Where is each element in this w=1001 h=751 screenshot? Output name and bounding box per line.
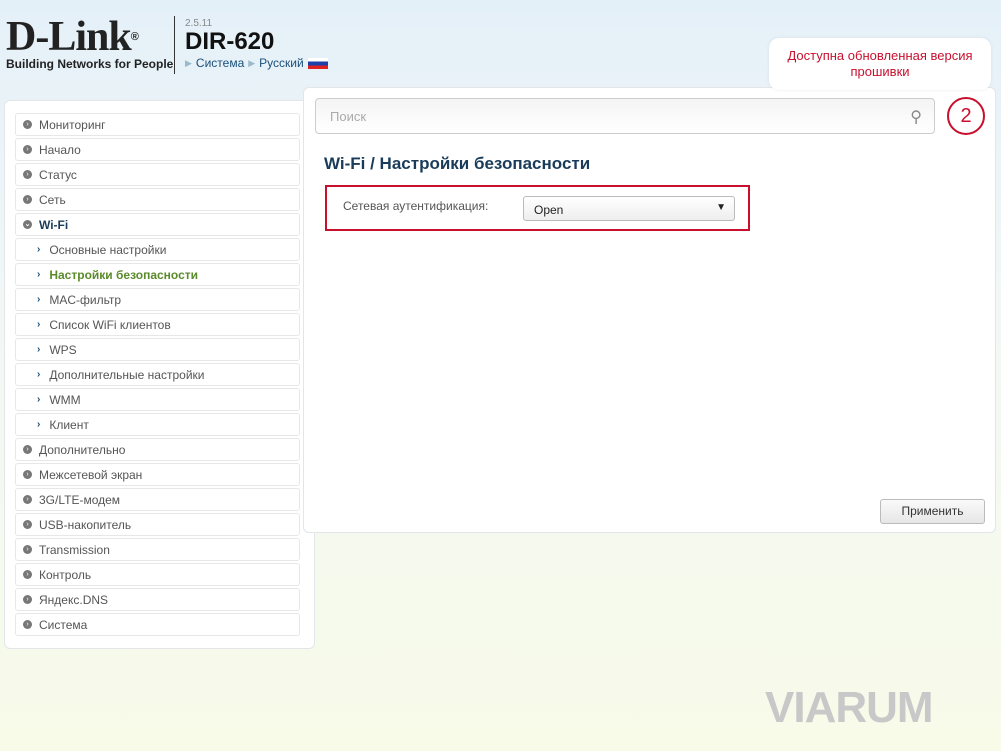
chevron-right-icon: › xyxy=(37,269,41,280)
sidebar-item-label: Начало xyxy=(39,142,81,157)
sidebar-item[interactable]: › Яндекс.DNS xyxy=(15,588,300,611)
tagline: Building Networks for People xyxy=(6,57,174,71)
chevron-down-icon: ▼ xyxy=(716,202,726,213)
chevron-right-icon: › xyxy=(37,319,41,330)
sidebar-item[interactable]: › MAC-фильтр xyxy=(15,288,300,311)
sidebar-item-label: Контроль xyxy=(39,567,92,582)
crumb-language[interactable]: Русский xyxy=(259,56,304,70)
highlight-frame: Сетевая аутентификация: Open ▼ xyxy=(325,185,750,231)
chevron-right-icon: › xyxy=(23,195,32,204)
chevron-right-icon: › xyxy=(37,419,41,430)
sidebar-item[interactable]: › Мониторинг xyxy=(15,113,300,136)
sidebar-item[interactable]: › Статус xyxy=(15,163,300,186)
sidebar-item-label: Статус xyxy=(39,167,77,182)
sidebar-item[interactable]: › Клиент xyxy=(15,413,300,436)
model-name: DIR-620 xyxy=(185,28,275,55)
chevron-right-icon: › xyxy=(23,445,32,454)
firmware-notification[interactable]: Доступна обновленная версия прошивки xyxy=(769,38,991,90)
chevron-right-icon: › xyxy=(37,394,41,405)
chevron-right-icon: › xyxy=(23,620,32,629)
sidebar-item[interactable]: › Дополнительно xyxy=(15,438,300,461)
chevron-right-icon: › xyxy=(37,244,41,255)
sidebar-item-label: Яндекс.DNS xyxy=(39,592,109,607)
russian-flag-icon[interactable] xyxy=(307,57,328,69)
search-placeholder: Поиск xyxy=(330,109,367,124)
sidebar-item[interactable]: › Контроль xyxy=(15,563,300,586)
sidebar-item-label: Сеть xyxy=(39,192,66,207)
sidebar-item[interactable]: ⌄ Wi-Fi xyxy=(15,213,300,236)
chevron-right-icon: › xyxy=(23,570,32,579)
sidebar-item-label: Мониторинг xyxy=(39,117,106,132)
notification-badge[interactable]: 2 xyxy=(947,97,985,135)
sidebar-item-label: MAC-фильтр xyxy=(49,292,122,307)
sidebar-item-label: 3G/LTE-модем xyxy=(39,492,121,507)
page-title: Wi-Fi / Настройки безопасности xyxy=(324,154,591,173)
chevron-right-icon: › xyxy=(23,545,32,554)
sidebar-item-label: Клиент xyxy=(49,417,89,432)
header-info: 2.5.11 DIR-620 ▶ Система ▶ Русский xyxy=(185,18,328,70)
sidebar-item-label: Wi-Fi xyxy=(39,217,69,232)
sidebar-item-label: WMM xyxy=(49,392,81,407)
chevron-down-icon: ⌄ xyxy=(23,220,32,229)
sidebar-item[interactable]: › 3G/LTE-модем xyxy=(15,488,300,511)
sidebar-item-label: Список WiFi клиентов xyxy=(49,317,171,332)
sidebar-item[interactable]: › WPS xyxy=(15,338,300,361)
sidebar: › Мониторинг › Начало › Статус › Сеть ⌄ Wi-Fi › Осн… xyxy=(4,100,315,649)
chevron-right-icon: › xyxy=(23,170,32,179)
arrow-icon: ▶ xyxy=(185,57,192,68)
auth-value: Open xyxy=(534,203,564,217)
search-icon[interactable]: ⚲ xyxy=(910,107,922,127)
breadcrumb: ▶ Система ▶ Русский xyxy=(185,56,328,70)
chevron-right-icon: › xyxy=(23,495,32,504)
sidebar-item[interactable]: › Дополнительные настройки xyxy=(15,363,300,386)
sidebar-item-label: Система xyxy=(39,617,88,632)
sidebar-item[interactable]: › Межсетевой экран xyxy=(15,463,300,486)
sidebar-item-label: Основные настройки xyxy=(49,242,167,257)
apply-button[interactable]: Применить xyxy=(880,499,985,524)
divider xyxy=(174,16,175,74)
sidebar-item[interactable]: › Сеть xyxy=(15,188,300,211)
sidebar-item-label: Межсетевой экран xyxy=(39,467,143,482)
sidebar-item[interactable]: › USB-накопитель xyxy=(15,513,300,536)
chevron-right-icon: › xyxy=(23,470,32,479)
sidebar-item[interactable]: › Transmission xyxy=(15,538,300,561)
sidebar-item-label: Настройки безопасности xyxy=(49,267,199,282)
chevron-right-icon: › xyxy=(23,120,32,129)
main-panel: Поиск ⚲ 2 Wi-Fi / Настройки безопасности … xyxy=(303,87,996,533)
sidebar-item-label: USB-накопитель xyxy=(39,517,132,532)
sidebar-item[interactable]: › Система xyxy=(15,613,300,636)
chevron-right-icon: › xyxy=(23,595,32,604)
dlink-logo: D-Link® Building Networks for People xyxy=(6,14,174,71)
sidebar-item-label: Transmission xyxy=(39,542,110,557)
chevron-right-icon: › xyxy=(23,145,32,154)
auth-label: Сетевая аутентификация: xyxy=(343,199,489,213)
sidebar-item[interactable]: › Основные настройки xyxy=(15,238,300,261)
auth-select[interactable]: Open ▼ xyxy=(523,196,735,221)
sidebar-item-label: Дополнительные настройки xyxy=(49,367,205,382)
sidebar-item[interactable]: › WMM xyxy=(15,388,300,411)
chevron-right-icon: › xyxy=(23,520,32,529)
arrow-icon: ▶ xyxy=(248,57,256,68)
sidebar-item[interactable]: › Начало xyxy=(15,138,300,161)
chevron-right-icon: › xyxy=(37,344,41,355)
brand: D-Link xyxy=(6,14,132,60)
sidebar-item-label: Дополнительно xyxy=(39,442,126,457)
chevron-right-icon: › xyxy=(37,294,41,305)
crumb-system[interactable]: Система xyxy=(196,56,244,70)
sidebar-item[interactable]: › Настройки безопасности xyxy=(15,263,300,286)
sidebar-item[interactable]: › Список WiFi клиентов xyxy=(15,313,300,336)
chevron-right-icon: › xyxy=(37,369,41,380)
sidebar-item-label: WPS xyxy=(49,342,77,357)
search-input[interactable]: Поиск ⚲ xyxy=(315,98,935,134)
watermark: VIARUM xyxy=(765,683,934,732)
